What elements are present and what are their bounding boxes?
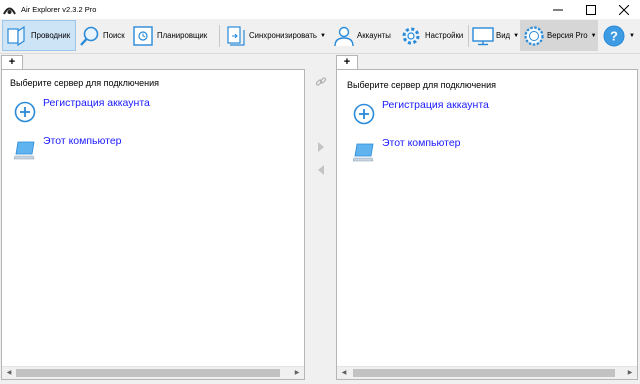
sync-icon xyxy=(227,25,245,46)
pro-dropdown-icon[interactable]: ▼ xyxy=(591,33,597,39)
copy-right-arrow-icon[interactable] xyxy=(316,141,326,153)
maximize-button[interactable] xyxy=(574,0,607,19)
left-pane-header: Выберите сервер для подключения xyxy=(10,78,160,88)
add-circle-icon xyxy=(14,101,36,123)
right-horizontal-scrollbar[interactable]: ◀ ▶ xyxy=(337,366,637,379)
toolbar: Проводник Поиск Планировщик Синхронизиро… xyxy=(0,19,640,54)
help-icon: ? xyxy=(603,25,625,46)
computer-icon xyxy=(14,141,35,160)
left-register-account-item[interactable]: Регистрация аккаунта xyxy=(14,97,150,125)
toolbar-separator xyxy=(468,25,469,47)
left-horizontal-scrollbar[interactable]: ◀ ▶ xyxy=(2,366,304,379)
close-button[interactable] xyxy=(607,0,640,19)
pro-badge-icon xyxy=(524,25,544,46)
monitor-icon xyxy=(472,26,494,45)
search-button[interactable]: Поиск xyxy=(78,20,130,51)
pro-version-label: Версия Pro xyxy=(547,31,588,40)
add-circle-icon xyxy=(353,103,375,125)
computer-icon xyxy=(353,143,374,162)
search-label: Поиск xyxy=(103,31,125,40)
link-panes-icon[interactable] xyxy=(315,76,327,88)
scheduler-icon xyxy=(133,25,153,46)
right-pane: Выберите сервер для подключения Регистра… xyxy=(336,69,638,380)
gear-icon xyxy=(402,27,420,44)
right-add-tab-button[interactable]: + xyxy=(336,55,358,69)
explorer-icon xyxy=(7,25,25,46)
left-scrollbar-thumb[interactable] xyxy=(16,369,280,377)
close-icon xyxy=(618,4,629,15)
left-register-account-label[interactable]: Регистрация аккаунта xyxy=(43,97,150,109)
scheduler-label: Планировщик xyxy=(157,31,208,40)
right-pane-header: Выберите сервер для подключения xyxy=(347,80,497,90)
accounts-button[interactable]: Аккаунты xyxy=(332,20,398,51)
pane-divider xyxy=(306,69,336,380)
copy-left-arrow-icon[interactable] xyxy=(316,164,326,176)
left-add-tab-button[interactable]: + xyxy=(1,55,23,69)
explorer-label: Проводник xyxy=(31,31,71,40)
right-register-account-label[interactable]: Регистрация аккаунта xyxy=(382,99,489,111)
right-this-computer-item[interactable]: Этот компьютер xyxy=(353,137,461,165)
view-label: Вид xyxy=(496,31,511,40)
sync-label: Синхронизировать xyxy=(249,31,317,40)
svg-text:?: ? xyxy=(610,28,618,43)
view-button[interactable]: Вид ▼ xyxy=(471,20,519,51)
scroll-left-icon[interactable]: ◀ xyxy=(339,369,349,377)
accounts-icon xyxy=(334,26,354,46)
left-pane: Выберите сервер для подключения Регистра… xyxy=(1,69,305,380)
title-bar: Air Explorer v2.3.2 Pro xyxy=(0,0,640,19)
scroll-left-icon[interactable]: ◀ xyxy=(4,369,14,377)
right-this-computer-label[interactable]: Этот компьютер xyxy=(382,137,461,149)
help-button[interactable]: ? ▼ xyxy=(600,20,636,51)
explorer-button[interactable]: Проводник xyxy=(2,20,76,51)
right-scrollbar-thumb[interactable] xyxy=(353,369,615,377)
minimize-icon xyxy=(552,9,563,10)
left-this-computer-label[interactable]: Этот компьютер xyxy=(43,135,122,147)
toolbar-separator xyxy=(219,25,220,47)
sync-button[interactable]: Синхронизировать ▼ xyxy=(222,20,330,51)
app-logo-icon xyxy=(3,7,16,15)
scroll-right-icon[interactable]: ▶ xyxy=(625,369,635,377)
search-icon xyxy=(80,26,99,46)
sync-dropdown-icon[interactable]: ▼ xyxy=(320,33,326,39)
window-title: Air Explorer v2.3.2 Pro xyxy=(21,5,97,14)
help-dropdown-icon[interactable]: ▼ xyxy=(629,33,635,39)
maximize-icon xyxy=(585,4,596,15)
minimize-button[interactable] xyxy=(541,0,574,19)
scheduler-button[interactable]: Планировщик xyxy=(132,20,216,51)
settings-label: Настройки xyxy=(425,31,464,40)
settings-button[interactable]: Настройки xyxy=(399,20,467,51)
accounts-label: Аккаунты xyxy=(357,31,391,40)
left-this-computer-item[interactable]: Этот компьютер xyxy=(14,135,122,163)
right-register-account-item[interactable]: Регистрация аккаунта xyxy=(353,99,489,127)
pro-version-button[interactable]: Версия Pro ▼ xyxy=(520,20,598,51)
view-dropdown-icon[interactable]: ▼ xyxy=(513,33,519,39)
scroll-right-icon[interactable]: ▶ xyxy=(292,369,302,377)
